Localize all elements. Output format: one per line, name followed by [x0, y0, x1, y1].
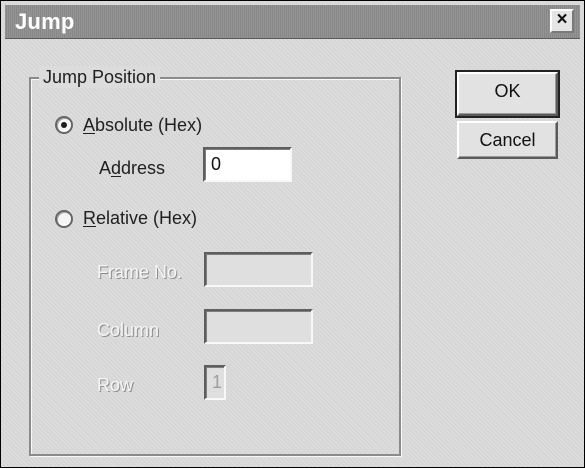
absolute-mnemonic: A	[83, 115, 96, 135]
ok-button-label: OK	[494, 81, 521, 101]
jump-position-label: Jump Position	[39, 66, 161, 88]
jump-dialog: Jump × Jump Position Absolute (Hex) Addr…	[0, 0, 585, 468]
address-input[interactable]	[203, 147, 292, 182]
relative-label[interactable]: Relative (Hex)	[83, 207, 197, 229]
column-label: Column	[97, 320, 160, 340]
ok-button[interactable]: OK	[455, 70, 560, 118]
absolute-label-rest: bsolute (Hex)	[95, 115, 203, 135]
address-label-rest: dress	[121, 158, 166, 178]
row-label: Row	[97, 375, 134, 395]
window-title: Jump	[15, 9, 75, 34]
address-label-prefix: A	[99, 158, 112, 178]
relative-label-rest: elative (Hex)	[96, 208, 198, 228]
column-input[interactable]	[204, 309, 313, 344]
close-icon: ×	[556, 9, 568, 30]
address-label: Address	[99, 157, 165, 179]
dialog-content: Jump Position Absolute (Hex) Address Rel…	[1, 39, 585, 469]
absolute-radio[interactable]	[55, 116, 73, 134]
frame-no-input[interactable]	[204, 252, 313, 287]
cancel-button-label: Cancel	[479, 130, 536, 150]
row-input[interactable]	[204, 365, 226, 400]
title-bar: Jump ×	[5, 5, 580, 39]
absolute-label[interactable]: Absolute (Hex)	[83, 114, 202, 136]
relative-mnemonic: R	[83, 208, 96, 228]
relative-radio[interactable]	[55, 210, 73, 228]
frame-no-label: Frame No.	[97, 262, 183, 282]
address-label-mnemonic: d	[111, 158, 122, 178]
cancel-button[interactable]: Cancel	[457, 121, 558, 159]
close-button[interactable]: ×	[550, 9, 574, 33]
